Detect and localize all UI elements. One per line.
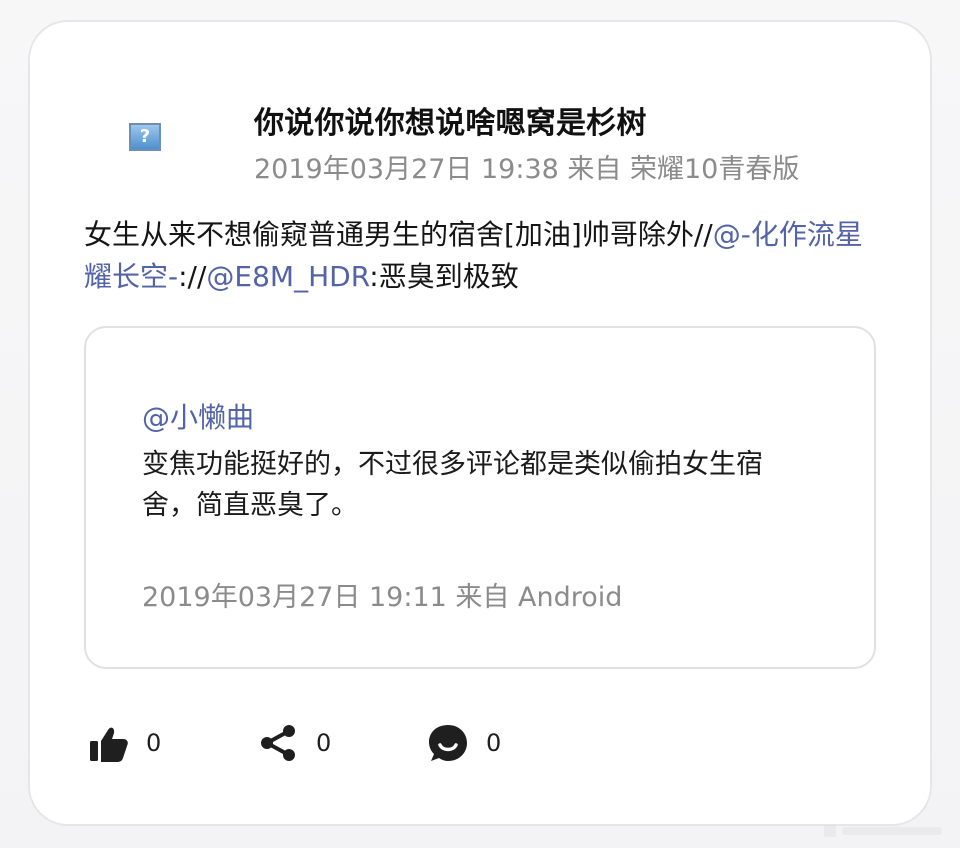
broken-image-icon: ? bbox=[129, 123, 161, 151]
comment-icon bbox=[429, 725, 467, 761]
post-meta: 2019年03月27日 19:38 来自 荣耀10青春版 bbox=[254, 154, 800, 185]
screenshot-page: ? 你说你说你想说啥嗯窝是杉树 2019年03月27日 19:38 来自 荣耀1… bbox=[0, 0, 960, 848]
repost-separator: :// bbox=[178, 260, 207, 293]
thumb-up-icon bbox=[90, 727, 128, 762]
post-body: 女生从来不想偷窥普通男生的宿舍[加油]帅哥除外//@-化作流星耀长空-://@E… bbox=[84, 214, 874, 298]
quoted-meta: 2019年03月27日 19:11 来自 Android bbox=[142, 582, 623, 613]
mention-link[interactable]: @E8M_HDR bbox=[206, 260, 369, 293]
quoted-post[interactable]: @小懒曲 变焦功能挺好的，不过很多评论都是类似偷拍女生宿舍，简直恶臭了。 201… bbox=[84, 326, 876, 669]
share-icon bbox=[261, 725, 295, 761]
like-count: 0 bbox=[146, 729, 162, 757]
quoted-author[interactable]: @小懒曲 bbox=[142, 396, 254, 436]
share-count: 0 bbox=[316, 729, 332, 757]
avatar[interactable]: ? bbox=[84, 76, 210, 202]
post-body-suffix: :恶臭到极致 bbox=[369, 260, 519, 293]
watermark-logo bbox=[824, 825, 942, 837]
share-button[interactable]: 0 bbox=[258, 720, 331, 766]
comment-count: 0 bbox=[486, 729, 502, 757]
quoted-text: 变焦功能挺好的，不过很多评论都是类似偷拍女生宿舍，简直恶臭了。 bbox=[142, 449, 763, 521]
comment-button[interactable]: 0 bbox=[426, 720, 501, 766]
like-button[interactable]: 0 bbox=[88, 720, 161, 766]
post-body-text: 女生从来不想偷窥普通男生的宿舍[加油]帅哥除外// bbox=[84, 218, 713, 251]
author-name[interactable]: 你说你说你想说啥嗯窝是杉树 bbox=[254, 98, 647, 142]
